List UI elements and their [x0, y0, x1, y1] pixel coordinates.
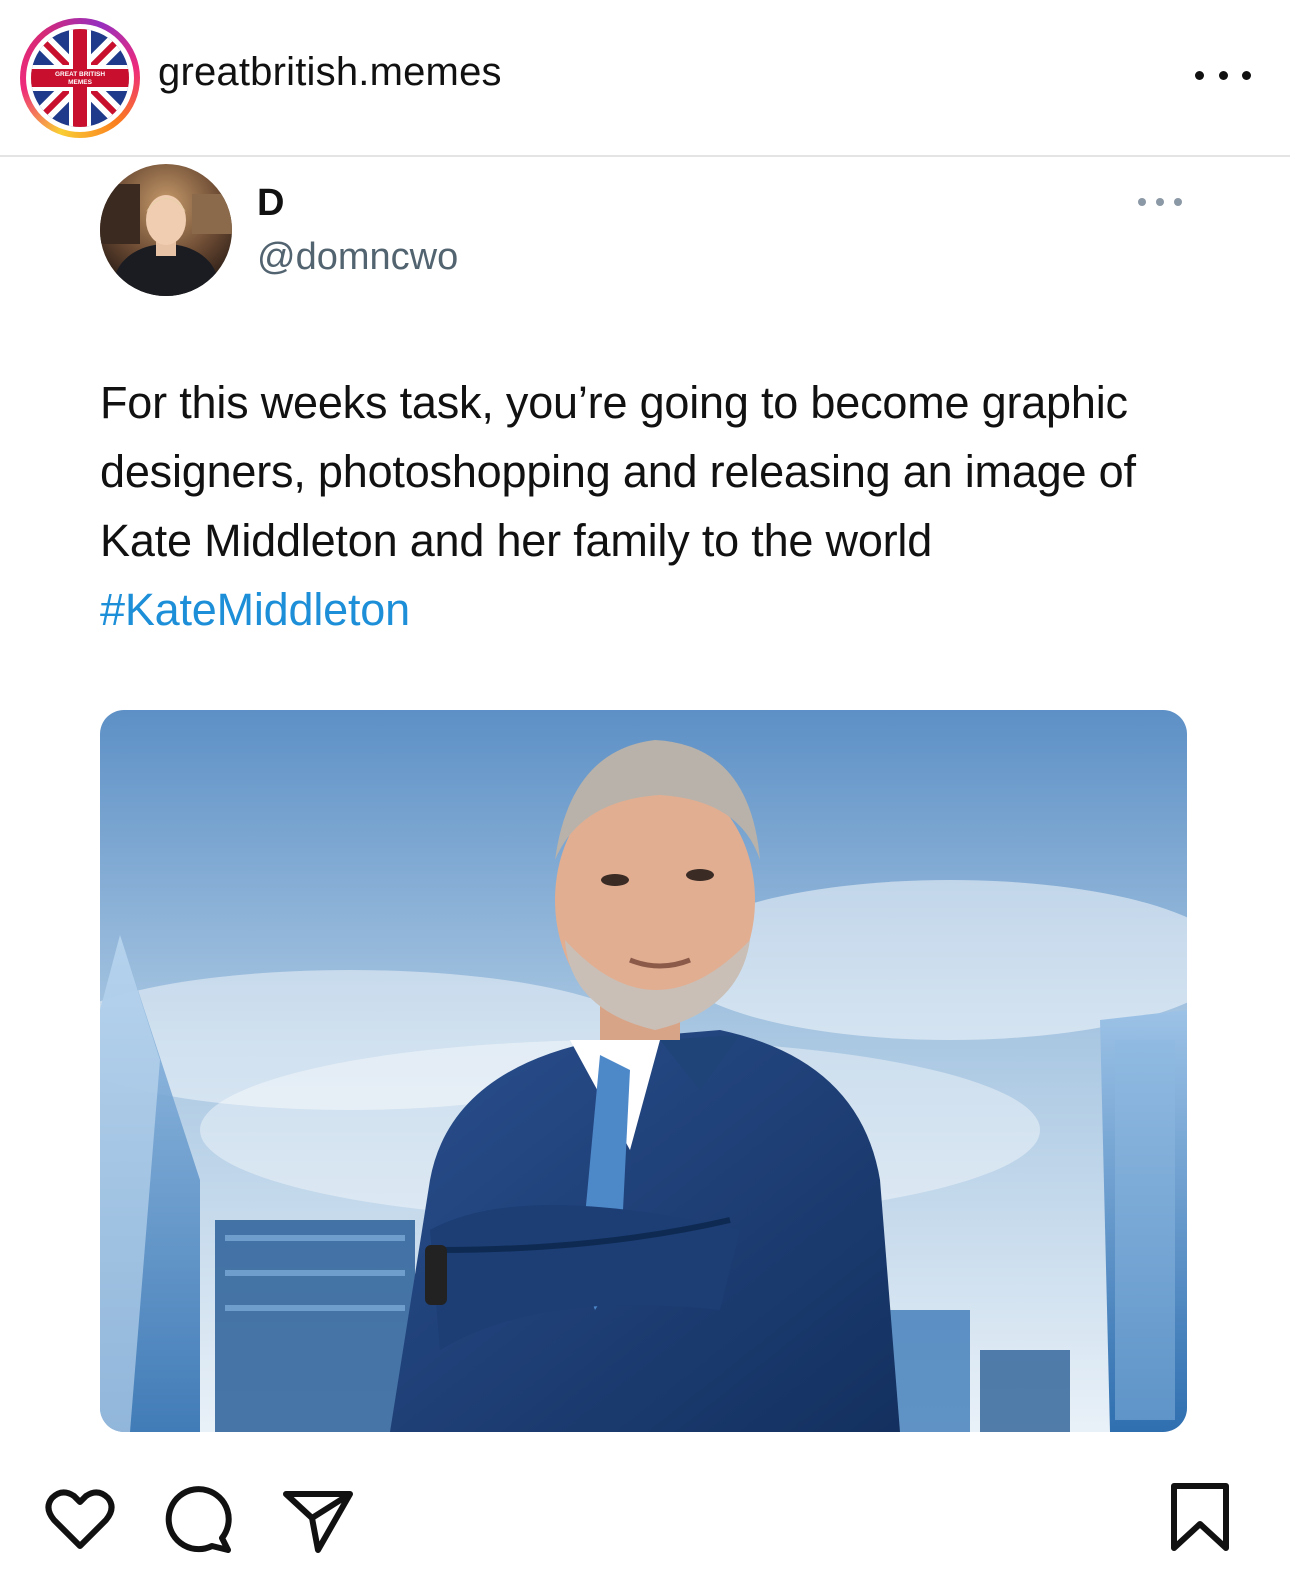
instagram-post: GREAT BRITISH MEMES greatbritish.memes D… — [0, 0, 1290, 1572]
tweet-avatar — [100, 164, 232, 296]
post-header: GREAT BRITISH MEMES greatbritish.memes — [0, 0, 1290, 157]
account-username[interactable]: greatbritish.memes — [158, 50, 502, 95]
svg-text:MEMES: MEMES — [68, 79, 93, 86]
send-icon[interactable] — [278, 1480, 358, 1560]
tweet-text: For this weeks task, you’re going to bec… — [100, 368, 1210, 644]
comment-icon[interactable] — [158, 1480, 238, 1560]
union-jack-logo-icon: GREAT BRITISH MEMES — [31, 29, 129, 127]
tweet-handle: @domncwo — [257, 236, 459, 278]
tweet-body: For this weeks task, you’re going to bec… — [100, 377, 1136, 566]
photo-businessman-skyline-icon — [100, 710, 1187, 1432]
heart-icon[interactable] — [40, 1480, 120, 1560]
tweet-display-name: D — [257, 182, 285, 224]
tweet-hashtag: #KateMiddleton — [100, 584, 410, 635]
account-avatar[interactable]: GREAT BRITISH MEMES — [20, 18, 140, 138]
tweet-ellipsis-icon — [1138, 196, 1182, 208]
svg-text:GREAT BRITISH: GREAT BRITISH — [55, 71, 105, 78]
bookmark-icon[interactable] — [1168, 1482, 1232, 1552]
ellipsis-icon[interactable] — [1195, 62, 1251, 88]
